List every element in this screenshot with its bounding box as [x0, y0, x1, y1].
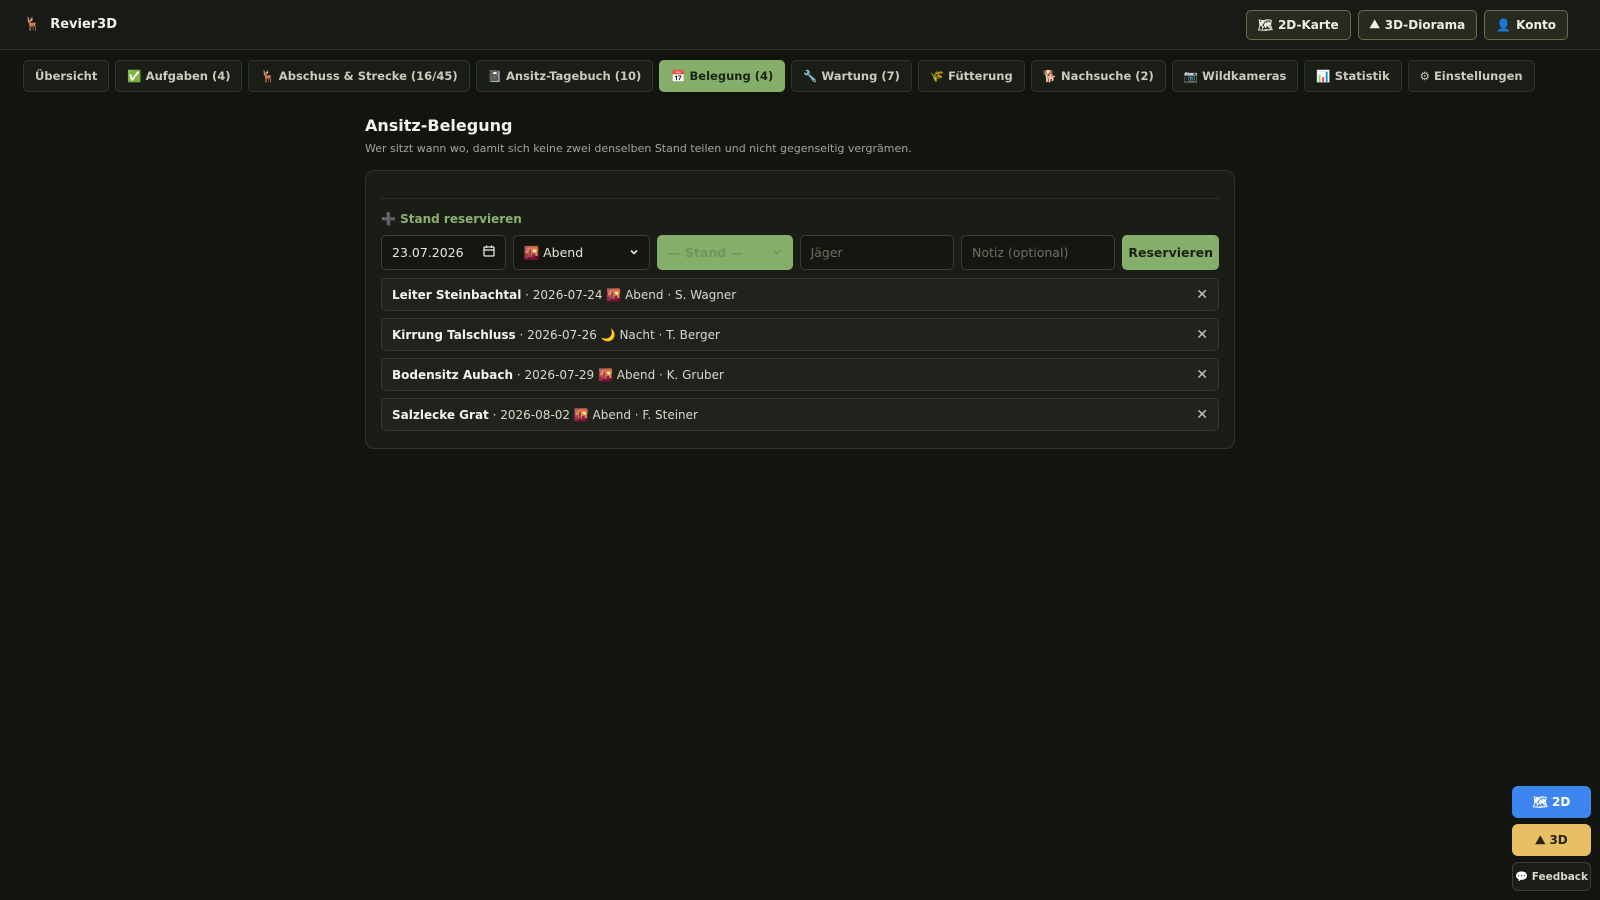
list-item: Leiter Steinbachtal · 2026-07-24 🌇 Abend…: [381, 278, 1219, 311]
list-item: Kirrung Talschluss · 2026-07-26 🌙 Nacht …: [381, 318, 1219, 351]
page-title: Ansitz-Belegung: [365, 116, 513, 135]
stand-value: — Stand —: [668, 245, 744, 260]
reservation-list: Leiter Steinbachtal · 2026-07-24 🌇 Abend…: [381, 278, 1219, 431]
3d-diorama-label: 3D-Diorama: [1384, 17, 1466, 32]
calendar-icon[interactable]: [482, 245, 495, 260]
2d-map-label: 2D-Karte: [1277, 17, 1339, 32]
mountain-icon: ⛰: [1369, 17, 1380, 31]
main-content: Ansitz-Belegung Wer sitzt wann wo, damit…: [365, 116, 1235, 449]
card-divider: [381, 198, 1219, 199]
top-actions: 🗺 2D-Karte ⛰ 3D-Diorama 👤 Konto: [1245, 9, 1568, 40]
page-subtitle: Wer sitzt wann wo, damit sich keine zwei…: [365, 142, 912, 155]
2d-map-button[interactable]: 🗺 2D-Karte: [1245, 9, 1351, 40]
account-label: Konto: [1516, 17, 1556, 32]
user-icon: 👤: [1496, 17, 1512, 32]
reservation-form: 23.07.2026 🌇 Abend — Stand — Jäger Notiz…: [381, 235, 1219, 270]
account-button[interactable]: 👤 Konto: [1484, 9, 1568, 40]
list-item: Bodensitz Aubach · 2026-07-29 🌇 Abend · …: [381, 358, 1219, 391]
reservation-details: · 2026-07-24 🌇 Abend · S. Wagner: [521, 287, 737, 302]
date-input[interactable]: 23.07.2026: [381, 235, 506, 270]
app-title: Revier3D: [50, 17, 118, 32]
chevron-down-icon: [629, 245, 639, 260]
stand-select[interactable]: — Stand —: [657, 235, 793, 270]
note-input[interactable]: Notiz (optional): [961, 235, 1116, 270]
reserve-section-label: ➕ Stand reservieren: [381, 212, 522, 226]
top-bar: 🦌 Revier3D 🗺 2D-Karte ⛰ 3D-Diorama 👤 Kon…: [0, 0, 1600, 50]
tab-bar: Übersicht ✅ Aufgaben (4) 🦌 Abschuss & St…: [0, 50, 1600, 92]
tab-maintenance[interactable]: 🔧 Wartung (7): [791, 60, 912, 92]
reservation-details: · 2026-07-29 🌇 Abend · K. Gruber: [513, 367, 724, 382]
reservation-text: Kirrung Talschluss · 2026-07-26 🌙 Nacht …: [392, 328, 720, 342]
reservation-details: · 2026-08-02 🌇 Abend · F. Steiner: [488, 407, 698, 422]
date-value: 23.07.2026: [392, 245, 464, 260]
hunter-input[interactable]: Jäger: [799, 235, 954, 270]
floating-2d-button[interactable]: 🗺 2D: [1512, 786, 1591, 818]
reservation-stand: Leiter Steinbachtal: [392, 287, 522, 302]
time-slot-select[interactable]: 🌇 Abend: [512, 235, 651, 270]
time-slot-value: 🌇 Abend: [523, 244, 584, 260]
reserve-button[interactable]: Reservieren: [1122, 235, 1219, 270]
reservation-stand: Salzlecke Grat: [392, 407, 489, 422]
tab-feeding[interactable]: 🌾 Fütterung: [917, 60, 1025, 92]
reservation-text: Leiter Steinbachtal · 2026-07-24 🌇 Abend…: [392, 288, 736, 302]
reservation-text: Bodensitz Aubach · 2026-07-29 🌇 Abend · …: [392, 368, 724, 382]
tab-wildlife-cameras[interactable]: 📷 Wildkameras: [1171, 60, 1299, 92]
reservation-details: · 2026-07-26 🌙 Nacht · T. Berger: [515, 327, 720, 342]
list-item: Salzlecke Grat · 2026-08-02 🌇 Abend · F.…: [381, 398, 1219, 431]
close-icon[interactable]: ✕: [1196, 327, 1208, 343]
tab-hunting-diary[interactable]: 📓 Ansitz-Tagebuch (10): [475, 60, 654, 92]
tab-overview[interactable]: Übersicht: [23, 60, 110, 92]
close-icon[interactable]: ✕: [1196, 367, 1208, 383]
reservation-text: Salzlecke Grat · 2026-08-02 🌇 Abend · F.…: [392, 408, 698, 422]
close-icon[interactable]: ✕: [1196, 407, 1208, 423]
brand[interactable]: 🦌 Revier3D: [24, 17, 117, 32]
feedback-button[interactable]: 💬 Feedback: [1512, 862, 1591, 891]
occupancy-card: ➕ Stand reservieren 23.07.2026 🌇 Abend —…: [365, 170, 1235, 449]
tab-harvest[interactable]: 🦌 Abschuss & Strecke (16/45): [248, 60, 470, 92]
reservation-stand: Kirrung Talschluss: [392, 327, 516, 342]
tab-occupancy[interactable]: 📅 Belegung (4): [659, 60, 786, 92]
tab-settings[interactable]: ⚙ Einstellungen: [1407, 60, 1535, 92]
close-icon[interactable]: ✕: [1196, 287, 1208, 303]
tab-tracking[interactable]: 🐕 Nachsuche (2): [1030, 60, 1166, 92]
tab-tasks[interactable]: ✅ Aufgaben (4): [115, 60, 243, 92]
chevron-down-icon: [772, 245, 782, 260]
3d-diorama-button[interactable]: ⛰ 3D-Diorama: [1357, 9, 1478, 40]
reservation-stand: Bodensitz Aubach: [392, 367, 513, 382]
tab-statistics[interactable]: 📊 Statistik: [1304, 60, 1402, 92]
map-icon: 🗺: [1257, 17, 1273, 32]
deer-icon: 🦌: [24, 17, 41, 32]
floating-3d-button[interactable]: ⛰ 3D: [1512, 824, 1591, 856]
